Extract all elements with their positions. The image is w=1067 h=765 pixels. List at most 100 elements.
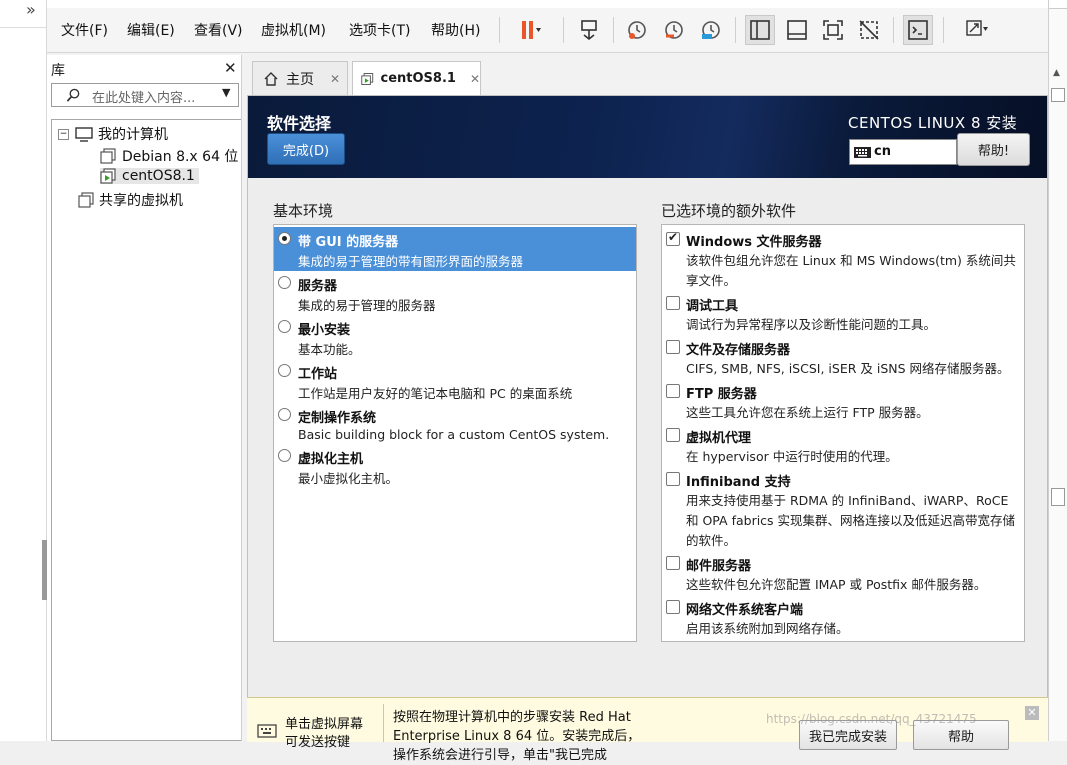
env-desc: 基本功能。	[298, 342, 361, 357]
console-view-button[interactable]	[903, 15, 933, 45]
toolbar-separator	[735, 17, 736, 43]
addon-desc: 这些软件包允许您配置 IMAP 或 Postfix 邮件服务器。	[686, 577, 987, 592]
tree-node-shared-vms[interactable]: 共享的虚拟机	[78, 190, 183, 210]
scroll-box[interactable]	[1051, 88, 1065, 102]
addon-name: 文件及存储服务器	[686, 343, 791, 358]
stretch-icon	[966, 20, 988, 36]
radio-button[interactable]	[278, 408, 291, 421]
search-icon	[66, 88, 80, 102]
env-desc: 集成的易于管理的带有图形界面的服务器	[298, 254, 524, 269]
radio-button[interactable]	[278, 232, 291, 245]
library-title: 库	[51, 63, 65, 79]
checkbox[interactable]	[666, 556, 680, 570]
addon-desc: 启用该系统附加到网络存储。	[686, 621, 849, 636]
env-item[interactable]: 带 GUI 的服务器 集成的易于管理的带有图形界面的服务器	[274, 227, 636, 271]
close-tab-icon[interactable]: ✕	[470, 72, 480, 86]
full-screen-button[interactable]	[818, 15, 848, 45]
checkbox[interactable]	[666, 600, 680, 614]
hint-line: 可发送按键	[285, 735, 351, 750]
close-icon[interactable]: ✕	[1025, 706, 1039, 720]
menu-help[interactable]: 帮助(H)	[431, 20, 480, 40]
collapse-icon[interactable]: −	[58, 128, 69, 140]
show-library-button[interactable]	[745, 15, 775, 45]
keyboard-layout-label: cn	[874, 144, 891, 159]
keyboard-icon	[854, 147, 871, 158]
tree-node-vm-centos[interactable]: centOS8.1	[100, 168, 199, 184]
env-desc: Basic building block for a custom CentOS…	[298, 427, 610, 442]
tree-label-my-computer: 我的计算机	[98, 127, 168, 143]
radio-button[interactable]	[278, 320, 291, 333]
checkbox[interactable]	[666, 230, 680, 246]
send-ctrl-alt-del-button[interactable]	[574, 15, 604, 45]
radio-button[interactable]	[278, 449, 291, 462]
keyboard-layout-indicator[interactable]: cn	[849, 139, 957, 165]
scroll-up-icon[interactable]: ▲	[1053, 68, 1060, 78]
addon-name: Windows 文件服务器	[686, 235, 822, 250]
addon-desc: 用来支持使用基于 RDMA 的 InfiniBand、iWARP、RoCE 和 …	[686, 493, 1016, 548]
toolbar-separator	[613, 17, 614, 43]
expand-chevron-icon[interactable]: »	[26, 0, 36, 19]
guest-console-screen[interactable]: 软件选择 完成(D) CENTOS LINUX 8 安装 cn 帮助! 基本环境…	[247, 95, 1048, 741]
snapshot-manager-icon	[702, 21, 720, 39]
checkbox[interactable]	[666, 340, 680, 354]
help-button[interactable]: 帮助!	[957, 133, 1030, 166]
pause-button[interactable]	[507, 15, 551, 45]
env-item[interactable]: 服务器 集成的易于管理的服务器	[274, 271, 636, 315]
tab-home[interactable]: 主页 ✕	[252, 61, 348, 95]
env-item[interactable]: 定制操作系统 Basic building block for a custom…	[274, 403, 636, 447]
menu-tabs[interactable]: 选项卡(T)	[349, 20, 410, 40]
checkbox[interactable]	[666, 384, 680, 398]
chevron-down-icon[interactable]: ▼	[222, 86, 230, 99]
tab-centos[interactable]: centOS8.1 ✕	[352, 61, 481, 95]
vm-icon	[100, 148, 116, 164]
divider	[383, 704, 384, 742]
computer-icon	[75, 126, 93, 142]
checkbox[interactable]	[666, 296, 680, 310]
close-icon[interactable]: ✕	[224, 59, 237, 77]
background-window-scrollbar[interactable]: ▲	[1048, 0, 1067, 741]
snapshot-take-button[interactable]	[622, 15, 652, 45]
search-placeholder: 在此处键入内容...	[92, 91, 196, 106]
library-search-input[interactable]: 在此处键入内容... ▼	[51, 83, 239, 107]
radio-button[interactable]	[278, 364, 291, 377]
env-item[interactable]: 虚拟化主机 最小虚拟化主机。	[274, 444, 636, 488]
stretch-mode-button[interactable]	[953, 15, 1001, 45]
scroll-box[interactable]	[1051, 488, 1065, 506]
show-thumbnail-bar-button[interactable]	[782, 15, 812, 45]
addon-desc: 这些工具允许您在系统上运行 FTP 服务器。	[686, 405, 929, 420]
snapshot-revert-button[interactable]	[659, 15, 689, 45]
addon-name: FTP 服务器	[686, 387, 757, 402]
toolbar-separator	[893, 17, 894, 43]
addon-name: Infiniband 支持	[686, 475, 791, 490]
tab-bar: 主页 ✕ centOS8.1 ✕	[247, 57, 1048, 95]
menu-edit[interactable]: 编辑(E)	[127, 20, 175, 40]
menu-view[interactable]: 查看(V)	[194, 20, 243, 40]
done-button[interactable]: 完成(D)	[267, 133, 345, 165]
tree-node-vm-debian[interactable]: Debian 8.x 64 位	[100, 146, 238, 166]
env-name: 最小安装	[298, 323, 351, 338]
env-name: 工作站	[298, 367, 338, 382]
page-title: 软件选择	[267, 114, 332, 133]
terminal-icon	[908, 20, 928, 40]
watermark: https://blog.csdn.net/qq_43721475	[766, 712, 977, 726]
vm-tree: − 我的计算机 Debian 8.x 64 位 centOS8.1 共享的虚拟机	[51, 119, 241, 741]
addon-name: 邮件服务器	[686, 559, 752, 574]
addons-title: 已选环境的额外软件	[661, 202, 797, 220]
tab-centos-label: centOS8.1	[380, 71, 456, 86]
no-unity-icon	[859, 20, 879, 40]
unity-mode-button[interactable]	[854, 15, 884, 45]
snapshot-manager-button[interactable]	[696, 15, 726, 45]
tree-node-my-computer[interactable]: − 我的计算机	[58, 124, 168, 144]
menu-vm[interactable]: 虚拟机(M)	[261, 20, 326, 40]
env-item[interactable]: 最小安装 基本功能。	[274, 315, 636, 359]
tree-label-vm-centos: centOS8.1	[122, 168, 195, 184]
close-tab-icon[interactable]: ✕	[330, 72, 340, 86]
env-item[interactable]: 工作站 工作站是用户友好的笔记本电脑和 PC 的桌面系统	[274, 359, 636, 403]
checkbox[interactable]	[666, 428, 680, 442]
radio-button[interactable]	[278, 276, 291, 289]
library-panel: 库 ✕ 在此处键入内容... ▼ − 我的计算机 Debian 8.x 64 位…	[47, 55, 242, 741]
addon-name: 网络文件系统客户端	[686, 603, 804, 618]
hint-instructions: 按照在物理计算机中的步骤安装 Red Hat Enterprise Linux …	[393, 710, 641, 763]
checkbox[interactable]	[666, 472, 680, 486]
menu-file[interactable]: 文件(F)	[61, 20, 108, 40]
